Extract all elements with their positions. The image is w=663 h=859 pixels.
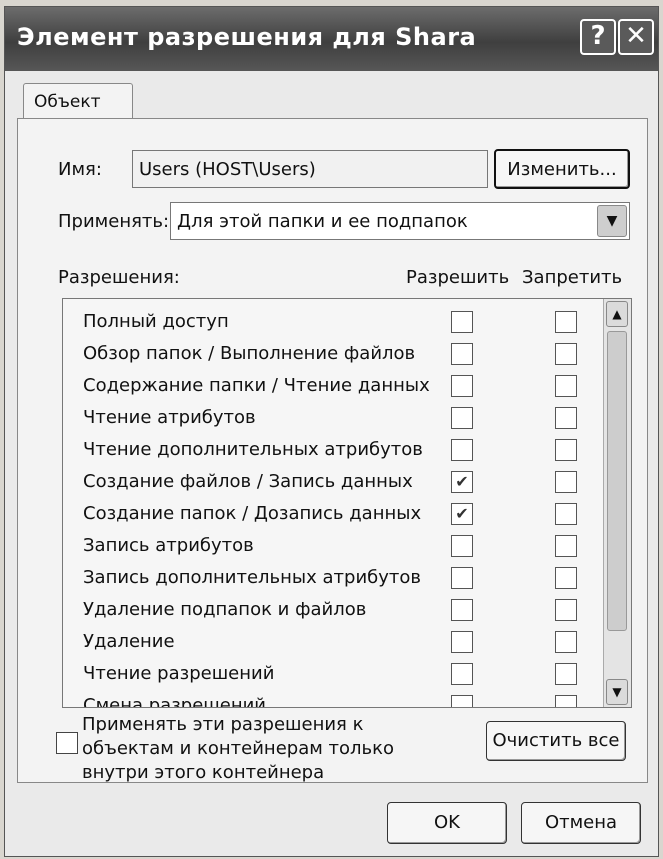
allow-checkbox[interactable] xyxy=(451,599,473,621)
deny-checkbox[interactable] xyxy=(555,567,577,589)
deny-checkbox[interactable] xyxy=(555,311,577,333)
permission-label: Чтение дополнительных атрибутов xyxy=(83,439,423,460)
deny-checkbox[interactable] xyxy=(555,503,577,525)
allow-checkbox[interactable] xyxy=(451,439,473,461)
apply-to-value: Для этой папки и ее подпапок xyxy=(177,211,468,232)
permissions-scrollbar[interactable]: ▲ ▼ xyxy=(603,299,631,707)
permission-label: Удаление подпапок и файлов xyxy=(83,599,367,620)
deny-checkbox[interactable] xyxy=(555,535,577,557)
permission-row[interactable]: Создание папок / Дозапись данных ✔ xyxy=(63,499,603,531)
allow-checkbox[interactable] xyxy=(451,343,473,365)
deny-checkbox[interactable] xyxy=(555,375,577,397)
permission-label: Содержание папки / Чтение данных xyxy=(83,375,430,396)
permission-label: Создание файлов / Запись данных xyxy=(83,471,413,492)
object-tab-panel: Имя: Users (HOST\Users) Изменить... Прим… xyxy=(17,118,648,783)
clear-all-button[interactable]: Очистить все xyxy=(486,721,626,761)
allow-checkbox[interactable]: ✔ xyxy=(451,471,473,493)
allow-checkbox[interactable] xyxy=(451,407,473,429)
scroll-down-icon[interactable]: ▼ xyxy=(606,679,628,705)
deny-checkbox[interactable] xyxy=(555,663,577,685)
permission-row[interactable]: Удаление подпапок и файлов xyxy=(63,595,603,627)
apply-to-select[interactable]: Для этой папки и ее подпапок ▼ xyxy=(170,202,630,240)
ok-button[interactable]: OK xyxy=(387,802,507,844)
permissions-label: Разрешения: xyxy=(58,267,180,288)
permission-row[interactable]: Обзор папок / Выполнение файлов xyxy=(63,339,603,371)
change-button[interactable]: Изменить... xyxy=(494,149,630,189)
permission-row[interactable]: Запись атрибутов xyxy=(63,531,603,563)
apply-inside-checkbox[interactable] xyxy=(56,732,78,754)
deny-column-header: Запретить xyxy=(522,267,623,288)
chevron-down-icon[interactable]: ▼ xyxy=(597,205,627,237)
allow-checkbox[interactable] xyxy=(451,311,473,333)
close-icon: ✕ xyxy=(625,21,647,51)
permission-row[interactable]: Удаление xyxy=(63,627,603,659)
dialog-title: Элемент разрешения для Shara xyxy=(17,23,477,51)
permissions-list: Смена разрешений Чтение разрешений Удалени… xyxy=(62,298,632,708)
tab-object[interactable]: Объект xyxy=(23,83,133,119)
name-label: Имя: xyxy=(58,159,102,180)
deny-checkbox[interactable] xyxy=(555,439,577,461)
allow-column-header: Разрешить xyxy=(406,267,510,288)
permission-label: Обзор папок / Выполнение файлов xyxy=(83,343,416,364)
allow-checkbox[interactable] xyxy=(451,663,473,685)
permission-label: Чтение разрешений xyxy=(83,663,275,684)
permission-row[interactable]: Чтение атрибутов xyxy=(63,403,603,435)
help-button[interactable]: ? xyxy=(580,19,616,55)
permission-label: Полный доступ xyxy=(83,311,229,332)
title-bar: Элемент разрешения для Shara ? ✕ xyxy=(5,7,658,71)
permission-label: Запись атрибутов xyxy=(83,535,254,556)
permission-label: Удаление xyxy=(83,631,175,652)
permission-row[interactable]: Создание файлов / Запись данных ✔ xyxy=(63,467,603,499)
permission-row[interactable]: Запись дополнительных атрибутов xyxy=(63,563,603,595)
permission-entry-dialog: Элемент разрешения для Shara ? ✕ Объект … xyxy=(4,6,659,857)
deny-checkbox[interactable] xyxy=(555,343,577,365)
permission-label: Чтение атрибутов xyxy=(83,407,256,428)
help-icon: ? xyxy=(590,21,606,51)
scroll-thumb[interactable] xyxy=(607,331,627,631)
deny-checkbox[interactable] xyxy=(555,471,577,493)
allow-checkbox[interactable] xyxy=(451,631,473,653)
apply-to-label: Применять: xyxy=(58,211,170,232)
cancel-button[interactable]: Отмена xyxy=(521,802,641,844)
allow-checkbox[interactable]: ✔ xyxy=(451,503,473,525)
deny-checkbox[interactable] xyxy=(555,695,577,707)
permission-label: Создание папок / Дозапись данных xyxy=(83,503,422,524)
close-button[interactable]: ✕ xyxy=(618,19,654,55)
allow-checkbox[interactable] xyxy=(451,375,473,397)
deny-checkbox[interactable] xyxy=(555,407,577,429)
scroll-up-icon[interactable]: ▲ xyxy=(606,301,628,327)
allow-checkbox[interactable] xyxy=(451,695,473,707)
permission-row[interactable]: Полный доступ xyxy=(63,307,603,339)
permission-row[interactable]: Содержание папки / Чтение данных xyxy=(63,371,603,403)
permission-row[interactable]: Чтение разрешений xyxy=(63,659,603,691)
permission-row[interactable]: Чтение дополнительных атрибутов xyxy=(63,435,603,467)
allow-checkbox[interactable] xyxy=(451,535,473,557)
apply-inside-label: Применять эти разрешения к объектам и ко… xyxy=(82,714,395,783)
permission-label: Смена разрешений xyxy=(83,695,266,708)
deny-checkbox[interactable] xyxy=(555,599,577,621)
deny-checkbox[interactable] xyxy=(555,631,577,653)
permission-row[interactable]: Смена разрешений xyxy=(63,691,603,708)
name-field: Users (HOST\Users) xyxy=(132,150,488,188)
permission-label: Запись дополнительных атрибутов xyxy=(83,567,422,588)
allow-checkbox[interactable] xyxy=(451,567,473,589)
